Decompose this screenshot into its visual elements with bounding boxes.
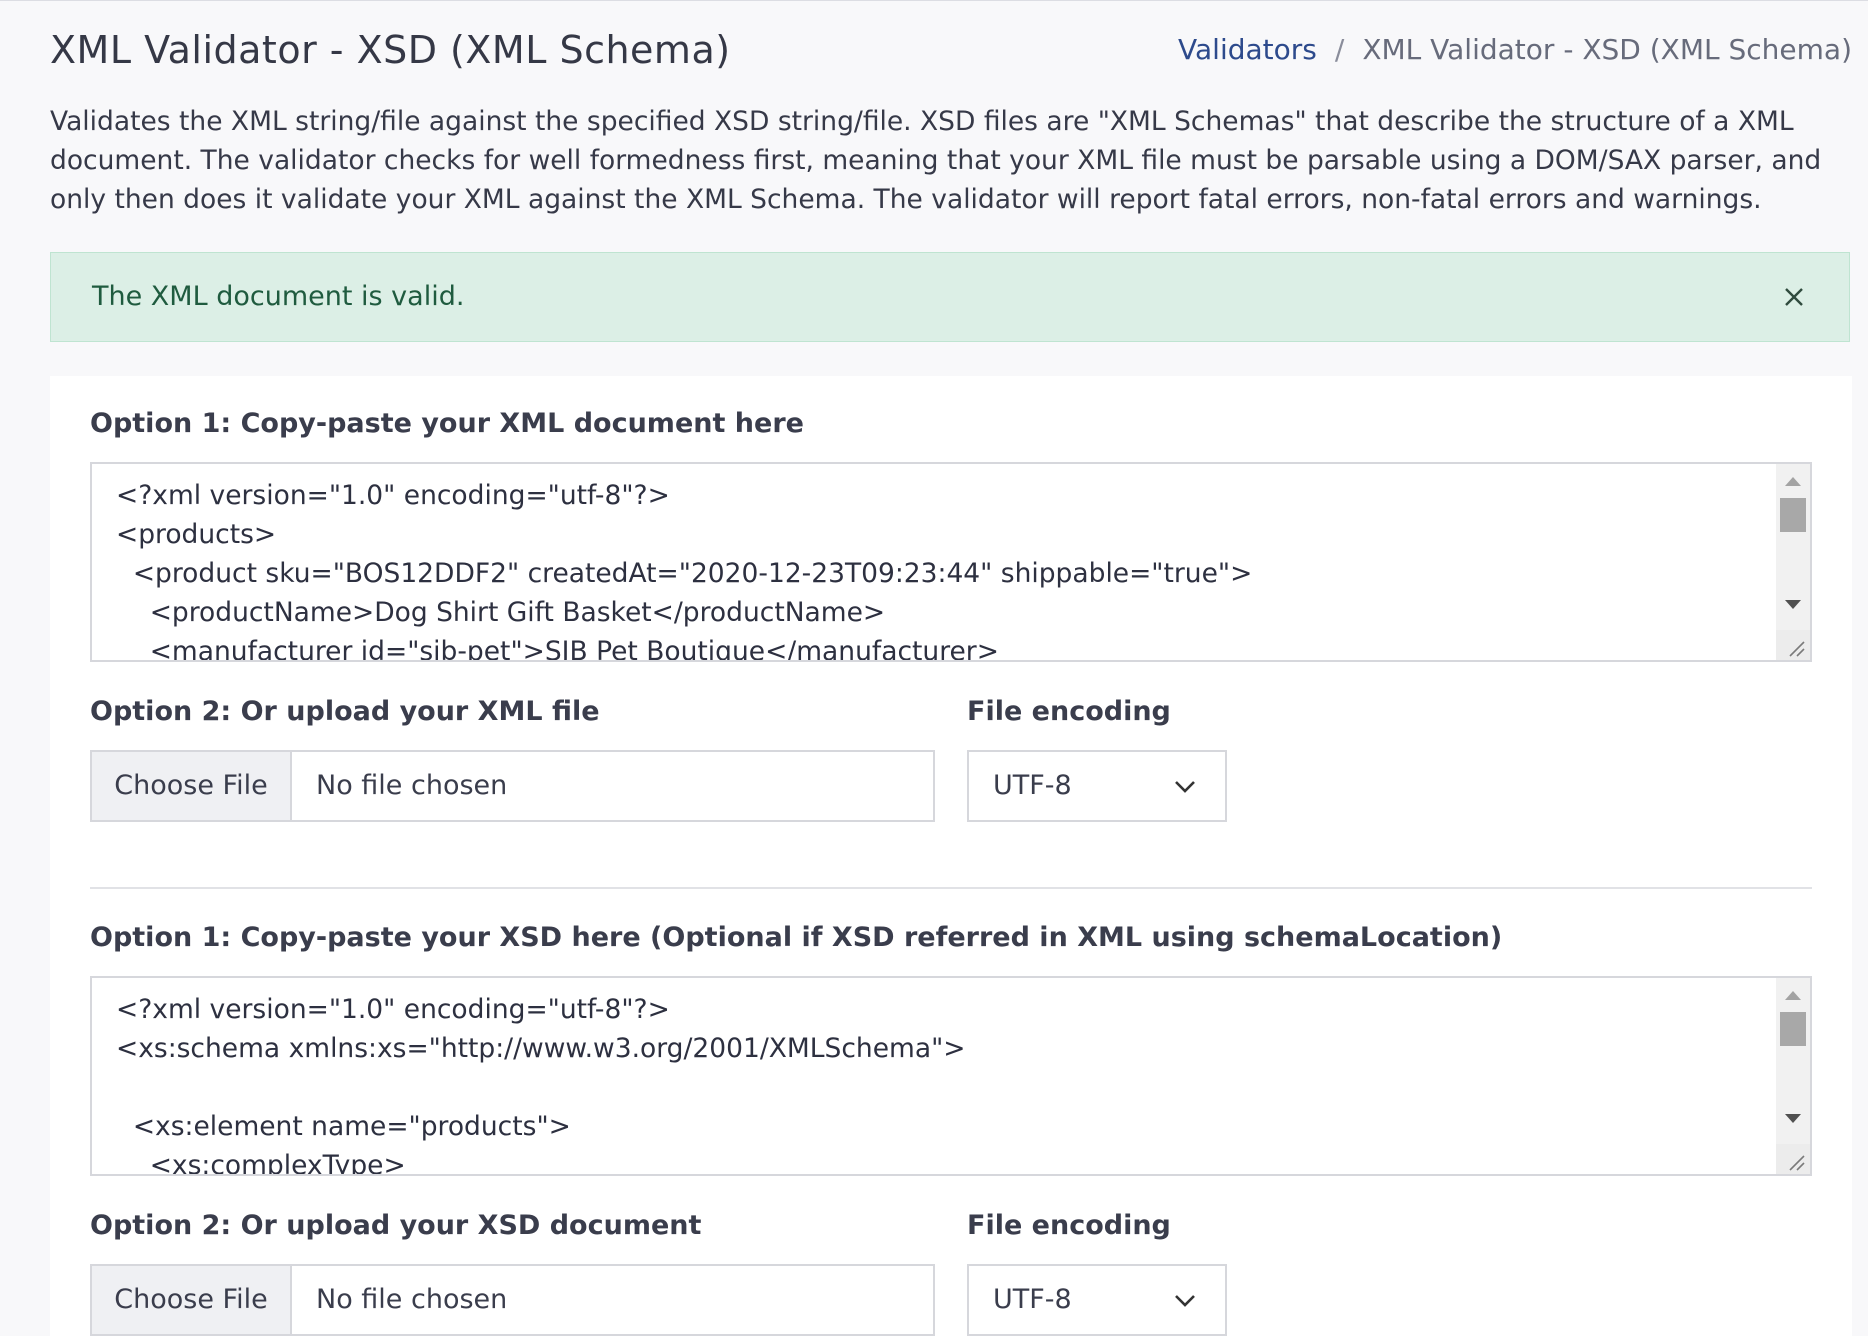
alert-message: The XML document is valid. [92,281,465,312]
xml-code: <?xml version="1.0" encoding="utf-8"?> <… [116,480,1253,662]
xml-upload-label: Option 2: Or upload your XML file [90,696,600,727]
xsd-file-status: No file chosen [316,1284,508,1315]
page-title: XML Validator - XSD (XML Schema) [50,28,731,72]
xml-file-status: No file chosen [316,770,508,801]
xml-encoding-value: UTF-8 [993,770,1072,801]
chevron-down-icon [1175,1295,1195,1307]
page-container: XML Validator - XSD (XML Schema) Validat… [50,0,1852,1336]
xsd-upload-label: Option 2: Or upload your XSD document [90,1210,702,1241]
scroll-thumb[interactable] [1780,498,1806,532]
xsd-choose-file-button[interactable]: Choose File [92,1266,292,1334]
xml-encoding-select[interactable]: UTF-8 [967,750,1227,822]
section-divider [90,887,1812,889]
scroll-down-icon[interactable] [1785,1114,1801,1123]
xsd-file-input[interactable]: Choose File No file chosen [90,1264,935,1336]
page-description: Validates the XML string/file against th… [50,106,1822,215]
breadcrumb-validators-link[interactable]: Validators [1178,33,1317,66]
breadcrumb-current: XML Validator - XSD (XML Schema) [1362,33,1852,66]
xsd-paste-label: Option 1: Copy-paste your XSD here (Opti… [90,922,1503,953]
resize-grip-icon[interactable] [1776,1144,1810,1174]
xsd-encoding-label: File encoding [967,1210,1171,1241]
xml-file-input[interactable]: Choose File No file chosen [90,750,935,822]
xml-choose-file-button[interactable]: Choose File [92,752,292,820]
success-alert: The XML document is valid. [50,252,1850,342]
xsd-encoding-select[interactable]: UTF-8 [967,1264,1227,1336]
xsd-code: <?xml version="1.0" encoding="utf-8"?> <… [116,994,966,1176]
xml-paste-label: Option 1: Copy-paste your XML document h… [90,408,804,439]
scroll-down-icon[interactable] [1785,600,1801,609]
resize-grip-icon[interactable] [1776,630,1810,660]
xsd-textarea[interactable]: <?xml version="1.0" encoding="utf-8"?> <… [90,976,1812,1176]
xml-encoding-label: File encoding [967,696,1171,727]
xsd-encoding-value: UTF-8 [993,1284,1072,1315]
page-header: XML Validator - XSD (XML Schema) Validat… [50,0,1852,100]
scroll-thumb[interactable] [1780,1012,1806,1046]
validator-form: Option 1: Copy-paste your XML document h… [50,376,1852,1336]
breadcrumb: Validators / XML Validator - XSD (XML Sche… [1178,31,1852,69]
chevron-down-icon [1175,781,1195,793]
scroll-up-icon[interactable] [1785,991,1801,1000]
close-icon[interactable] [1779,282,1809,312]
scroll-up-icon[interactable] [1785,477,1801,486]
xml-textarea[interactable]: <?xml version="1.0" encoding="utf-8"?> <… [90,462,1812,662]
breadcrumb-separator: / [1334,33,1345,66]
